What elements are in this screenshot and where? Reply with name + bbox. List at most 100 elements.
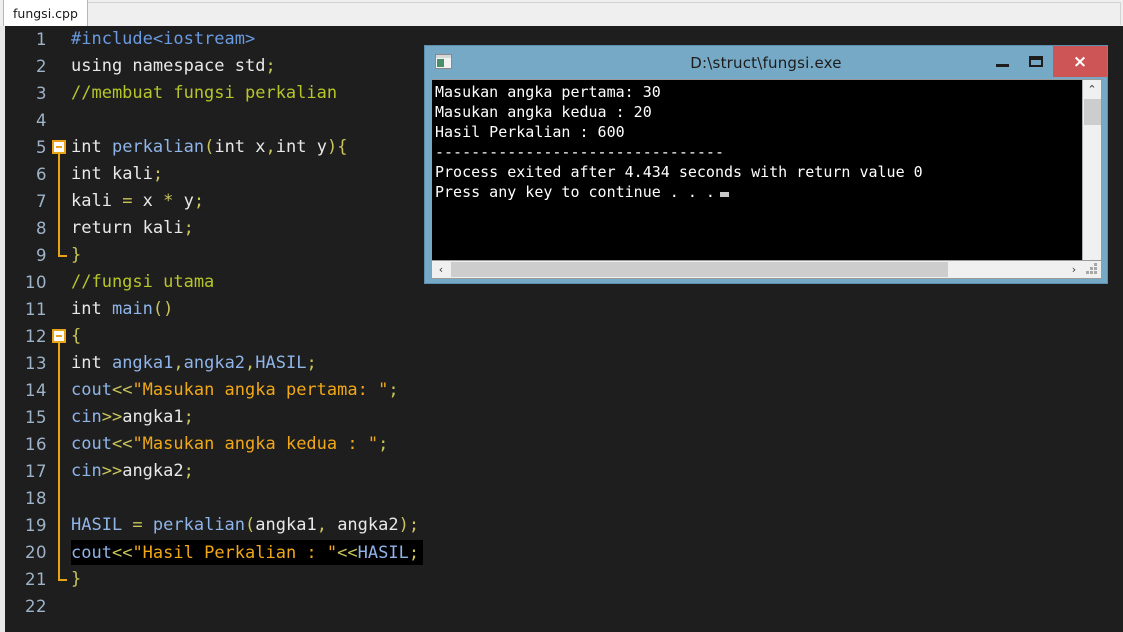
fold-gutter-cell[interactable]: [51, 323, 67, 350]
fold-gutter-cell[interactable]: [51, 458, 67, 485]
fold-gutter-cell[interactable]: [51, 485, 67, 512]
minimize-button[interactable]: [985, 46, 1019, 77]
fold-gutter-cell[interactable]: [51, 242, 67, 269]
code-line-text: #include<iostream>: [71, 26, 255, 53]
fold-guide-line: [58, 215, 60, 242]
code-token: ,: [245, 353, 256, 373]
fold-gutter-cell[interactable]: [51, 593, 67, 620]
code-line[interactable]: 17 cin>>angka2;: [5, 458, 1123, 485]
console-horizontal-scrollbar[interactable]: ‹ ›: [431, 260, 1102, 279]
fold-gutter-cell[interactable]: [51, 431, 67, 458]
code-line[interactable]: 15 cin>>angka1;: [5, 404, 1123, 431]
code-line-text: }: [71, 242, 81, 269]
horizontal-scroll-thumb[interactable]: [451, 262, 948, 277]
line-number: 7: [36, 192, 47, 211]
code-token: <<: [337, 543, 358, 563]
code-token: using namespace std: [71, 56, 266, 76]
code-line-text: {: [71, 323, 81, 350]
line-number: 16: [25, 435, 47, 454]
code-token: int: [71, 299, 112, 319]
line-number: 3: [36, 84, 47, 103]
fold-gutter-cell[interactable]: [51, 134, 67, 161]
console-vertical-scrollbar[interactable]: ⌃ ⌄: [1082, 80, 1101, 276]
line-number: 2: [36, 57, 47, 76]
code-token: <<: [111, 380, 133, 400]
code-token: int: [71, 353, 112, 373]
fold-gutter-cell[interactable]: [51, 107, 67, 134]
line-number: 15: [25, 408, 47, 427]
line-number: 5: [36, 138, 47, 157]
code-token: }: [71, 569, 82, 589]
console-output-text: Masukan angka pertama: 30 Masukan angka …: [435, 83, 923, 201]
code-line[interactable]: 21}: [5, 566, 1123, 593]
console-window[interactable]: D:\struct\fungsi.exe × Masukan angka per…: [424, 45, 1108, 284]
console-title-bar[interactable]: D:\struct\fungsi.exe ×: [425, 46, 1107, 79]
code-line[interactable]: 14 cout<<"Masukan angka pertama: ";: [5, 377, 1123, 404]
code-token: HASIL: [357, 543, 409, 563]
code-line-text: cin>>angka2;: [71, 458, 194, 485]
code-token: HASIL: [71, 515, 133, 535]
code-token: ,: [173, 353, 184, 373]
code-line-text: HASIL = perkalian(angka1, angka2);: [71, 512, 419, 539]
fold-gutter-cell[interactable]: [51, 26, 67, 53]
fold-guide-line: [58, 404, 60, 431]
code-token: "Hasil Perkalian : ": [132, 543, 338, 563]
line-number: 12: [25, 327, 47, 346]
code-token: cout: [71, 380, 112, 400]
code-line[interactable]: 12 {: [5, 323, 1123, 350]
fold-collapse-icon[interactable]: [52, 329, 66, 343]
window-controls: ×: [985, 46, 1107, 77]
tab-fungsi-cpp[interactable]: fungsi.cpp: [3, 0, 88, 26]
code-token: angka1: [111, 353, 174, 373]
fold-gutter-cell[interactable]: [51, 512, 67, 539]
fold-gutter-cell[interactable]: [51, 350, 67, 377]
line-number: 10: [25, 273, 47, 292]
fold-gutter-cell[interactable]: [51, 296, 67, 323]
code-line[interactable]: 20 cout<<"Hasil Perkalian : "<<HASIL;: [5, 539, 1123, 566]
code-token: kali: [111, 164, 153, 184]
scroll-up-arrow-icon[interactable]: ⌃: [1083, 80, 1101, 98]
fold-gutter-cell[interactable]: [51, 215, 67, 242]
console-app-icon: [435, 54, 452, 69]
console-cursor: [719, 192, 729, 197]
fold-gutter-cell[interactable]: [51, 80, 67, 107]
code-token: cout: [71, 543, 112, 563]
scroll-right-arrow-icon[interactable]: ›: [1065, 261, 1083, 278]
code-line[interactable]: 19 HASIL = perkalian(angka1, angka2);: [5, 512, 1123, 539]
code-token: >>: [101, 461, 123, 481]
code-line[interactable]: 11 int main(): [5, 296, 1123, 323]
code-token: //fungsi utama: [71, 272, 215, 292]
fold-gutter-cell[interactable]: [51, 269, 67, 296]
code-line[interactable]: 22: [5, 593, 1123, 620]
fold-guide-line: [58, 485, 60, 512]
close-button[interactable]: ×: [1053, 46, 1107, 77]
code-token: ;: [408, 543, 420, 563]
code-line[interactable]: 18: [5, 485, 1123, 512]
maximize-button[interactable]: [1019, 46, 1053, 77]
code-line-text: //fungsi utama: [71, 269, 214, 296]
code-line[interactable]: 13 int angka1,angka2,HASIL;: [5, 350, 1123, 377]
fold-gutter-cell[interactable]: [51, 377, 67, 404]
code-token: y: [316, 137, 327, 157]
fold-guide-line: [58, 343, 60, 350]
resize-grip-icon[interactable]: [1085, 262, 1100, 277]
fold-collapse-icon[interactable]: [52, 140, 66, 154]
line-number: 19: [25, 516, 47, 535]
line-number: 1: [36, 30, 47, 49]
console-output-area[interactable]: Masukan angka pertama: 30 Masukan angka …: [431, 79, 1102, 277]
fold-gutter-cell[interactable]: [51, 404, 67, 431]
code-token: kali: [142, 218, 184, 238]
fold-gutter-cell[interactable]: [51, 53, 67, 80]
code-line[interactable]: 16 cout<<"Masukan angka kedua : ";: [5, 431, 1123, 458]
fold-gutter-cell[interactable]: [51, 566, 67, 593]
code-token: x: [142, 191, 164, 211]
code-token: return: [71, 218, 143, 238]
code-token: y: [183, 191, 194, 211]
code-line-text: kali = x * y;: [71, 188, 204, 215]
fold-gutter-cell[interactable]: [51, 539, 67, 566]
scroll-left-arrow-icon[interactable]: ‹: [432, 261, 450, 278]
fold-gutter-cell[interactable]: [51, 161, 67, 188]
code-token: <<: [111, 434, 133, 454]
fold-gutter-cell[interactable]: [51, 188, 67, 215]
vertical-scroll-thumb[interactable]: [1084, 99, 1101, 125]
